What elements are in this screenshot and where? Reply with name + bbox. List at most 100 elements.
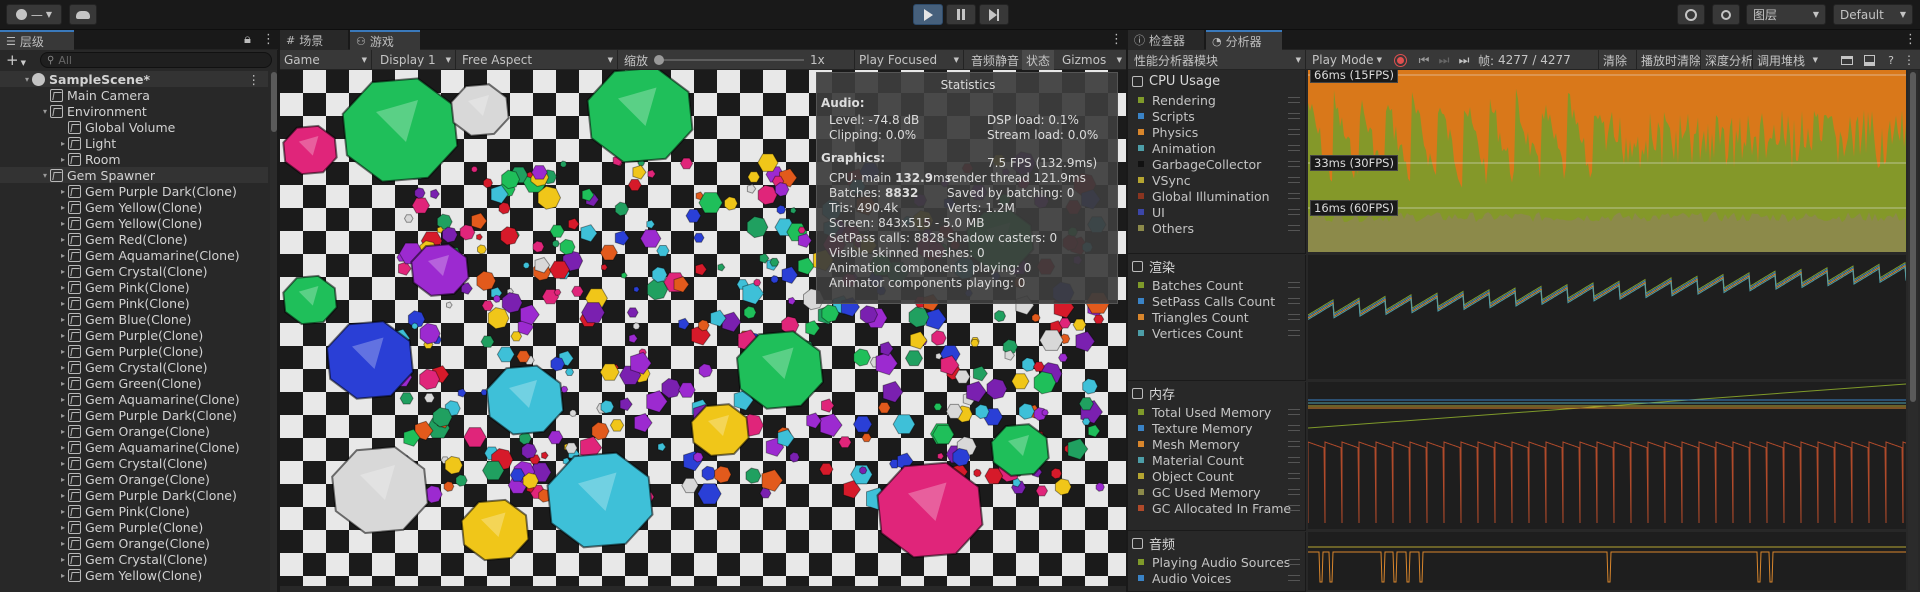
search-button[interactable] [1712, 4, 1740, 25]
drag-handle-icon[interactable] [1288, 330, 1300, 336]
profiler-graph-cpu[interactable]: 66ms (15FPS) 33ms (30FPS) 16ms (60FPS) [1308, 70, 1906, 252]
game-type-dropdown[interactable]: Game ▼ [284, 50, 372, 70]
profiler-series-toggle[interactable]: Batches Count [1138, 277, 1300, 293]
collapse-arrow-icon[interactable]: ▸ [58, 363, 68, 372]
collapse-arrow-icon[interactable]: ▸ [58, 219, 68, 228]
profiler-module-memory[interactable]: 内存 Total Used Memory Texture Memory Mesh Me… [1128, 382, 1306, 531]
collapse-arrow-icon[interactable]: ▸ [58, 411, 68, 420]
collapse-arrow-icon[interactable]: ▸ [58, 507, 68, 516]
drag-handle-icon[interactable] [1288, 193, 1300, 199]
profiler-module-audio[interactable]: 音频 Playing Audio Sources Audio Voices [1128, 532, 1306, 592]
pause-button[interactable] [946, 4, 976, 25]
tab-profiler[interactable]: ◔ 分析器 [1206, 30, 1282, 50]
collapse-arrow-icon[interactable]: ▸ [58, 315, 68, 324]
hierarchy-row[interactable]: ▾ Gem Spawner [0, 167, 268, 183]
hierarchy-scrollbar[interactable] [270, 70, 277, 590]
drag-handle-icon[interactable] [1288, 457, 1300, 463]
drag-handle-icon[interactable] [1288, 282, 1300, 288]
drag-handle-icon[interactable] [1288, 177, 1300, 183]
load-button[interactable] [1838, 50, 1856, 70]
hierarchy-row[interactable]: ▸ Room [0, 151, 268, 167]
step-button[interactable] [979, 4, 1009, 25]
hierarchy-scene-row[interactable]: ▾ SampleScene* ⋮ [0, 71, 268, 87]
profiler-series-toggle[interactable]: Audio Voices [1138, 570, 1300, 586]
clear-on-play-toggle[interactable]: 播放时清除 [1636, 50, 1705, 70]
expand-arrow-icon[interactable]: ▾ [40, 171, 50, 180]
mute-audio-toggle[interactable]: 音频静音 [968, 50, 1022, 70]
scene-menu-icon[interactable]: ⋮ [248, 72, 261, 87]
collapse-arrow-icon[interactable]: ▸ [58, 187, 68, 196]
hierarchy-row[interactable]: ▸ Gem Crystal(Clone) [0, 263, 268, 279]
hierarchy-row[interactable]: ▸ Gem Purple Dark(Clone) [0, 487, 268, 503]
hierarchy-row[interactable]: ▸ Gem Green(Clone) [0, 375, 268, 391]
tab-hierarchy[interactable]: ☰ 层级 [0, 30, 74, 50]
drag-handle-icon[interactable] [1288, 145, 1300, 151]
profiler-series-toggle[interactable]: Rendering [1138, 92, 1300, 108]
hierarchy-row[interactable]: Main Camera [0, 87, 268, 103]
drag-handle-icon[interactable] [1288, 505, 1300, 511]
scale-slider-thumb[interactable] [654, 55, 664, 65]
drag-handle-icon[interactable] [1288, 441, 1300, 447]
collapse-arrow-icon[interactable]: ▸ [58, 539, 68, 548]
help-button[interactable]: ? [1884, 50, 1898, 70]
hierarchy-row[interactable]: ▸ Gem Orange(Clone) [0, 535, 268, 551]
call-stacks-dropdown[interactable]: 调用堆栈 ▼ [1752, 50, 1822, 70]
profiler-series-toggle[interactable]: Total Used Memory [1138, 404, 1300, 420]
hierarchy-row[interactable]: ▸ Gem Yellow(Clone) [0, 199, 268, 215]
lock-icon[interactable]: 🔒︎ [244, 32, 251, 47]
drag-handle-icon[interactable] [1288, 473, 1300, 479]
save-button[interactable] [1860, 50, 1878, 70]
profiler-series-toggle[interactable]: Global Illumination [1138, 188, 1300, 204]
hierarchy-row[interactable]: ▸ Gem Crystal(Clone) [0, 359, 268, 375]
collapse-arrow-icon[interactable]: ▸ [58, 347, 68, 356]
scrollbar-thumb[interactable] [271, 72, 277, 132]
profiler-series-toggle[interactable]: Mesh Memory [1138, 436, 1300, 452]
collapse-arrow-icon[interactable]: ▸ [58, 395, 68, 404]
hierarchy-row[interactable]: ▸ Gem Orange(Clone) [0, 423, 268, 439]
profiler-series-toggle[interactable]: SetPass Calls Count [1138, 293, 1300, 309]
profiler-scrollbar[interactable] [1908, 70, 1918, 590]
hierarchy-row[interactable]: ▸ Gem Pink(Clone) [0, 503, 268, 519]
account-dropdown[interactable]: — ▼ [6, 4, 62, 25]
record-button[interactable] [1390, 50, 1410, 70]
hierarchy-row[interactable]: ▸ Gem Aquamarine(Clone) [0, 247, 268, 263]
deep-profile-toggle[interactable]: 深度分析 [1700, 50, 1757, 70]
layout-dropdown[interactable]: Default ▼ [1833, 4, 1913, 25]
history-button[interactable] [1677, 4, 1705, 25]
hierarchy-row[interactable]: ▸ Gem Purple Dark(Clone) [0, 407, 268, 423]
drag-handle-icon[interactable] [1288, 425, 1300, 431]
collapse-arrow-icon[interactable]: ▸ [58, 555, 68, 564]
collapse-arrow-icon[interactable]: ▸ [58, 235, 68, 244]
collapse-arrow-icon[interactable]: ▸ [58, 379, 68, 388]
profiler-graph-memory[interactable] [1308, 382, 1906, 529]
hierarchy-search-input[interactable]: ⚲ All [40, 52, 272, 68]
drag-handle-icon[interactable] [1288, 113, 1300, 119]
hierarchy-row[interactable]: Global Volume [0, 119, 268, 135]
collapse-arrow-icon[interactable]: ▸ [58, 203, 68, 212]
profiler-series-toggle[interactable]: UI [1138, 204, 1300, 220]
profiler-series-toggle[interactable]: Animation [1138, 140, 1300, 156]
collapse-arrow-icon[interactable]: ▸ [58, 459, 68, 468]
tab-inspector[interactable]: ⓘ 检查器 [1128, 30, 1204, 50]
hierarchy-row[interactable]: ▸ Gem Yellow(Clone) [0, 215, 268, 231]
profiler-series-toggle[interactable]: GC Allocated In Frame [1138, 500, 1300, 516]
profiler-series-toggle[interactable]: Others [1138, 220, 1300, 236]
collapse-arrow-icon[interactable]: ▸ [58, 299, 68, 308]
profiler-series-toggle[interactable]: Physics [1138, 124, 1300, 140]
drag-handle-icon[interactable] [1288, 409, 1300, 415]
kebab-menu-icon[interactable]: ⋮ [1904, 32, 1917, 47]
hierarchy-row[interactable]: ▸ Light [0, 135, 268, 151]
add-button[interactable]: + ▼ [6, 51, 26, 69]
collapse-arrow-icon[interactable]: ▸ [58, 475, 68, 484]
drag-handle-icon[interactable] [1288, 129, 1300, 135]
profiler-series-toggle[interactable]: Texture Memory [1138, 420, 1300, 436]
hierarchy-row[interactable]: ▸ Gem Purple(Clone) [0, 343, 268, 359]
collapse-arrow-icon[interactable]: ▸ [58, 427, 68, 436]
profiler-menu-button[interactable]: ⋮ [1902, 50, 1916, 70]
profiler-series-toggle[interactable]: GarbageCollector [1138, 156, 1300, 172]
scale-slider[interactable] [654, 55, 804, 65]
clear-button[interactable]: 清除 [1598, 50, 1631, 70]
profiler-series-toggle[interactable]: VSync [1138, 172, 1300, 188]
hierarchy-row[interactable]: ▸ Gem Crystal(Clone) [0, 551, 268, 567]
drag-handle-icon[interactable] [1288, 161, 1300, 167]
